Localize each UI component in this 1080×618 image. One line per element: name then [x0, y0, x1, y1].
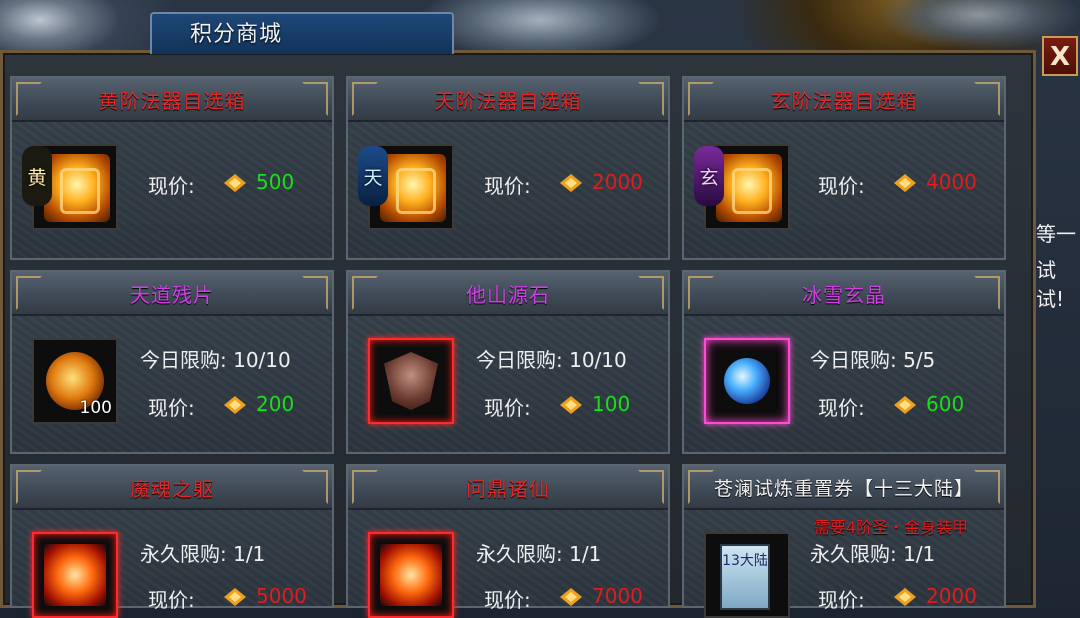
- price-label: 现价:: [818, 588, 865, 612]
- close-button[interactable]: X: [1042, 36, 1078, 76]
- card-header: 冰雪玄晶: [684, 272, 1004, 316]
- price-label: 现价:: [148, 588, 195, 612]
- coin-icon: [560, 396, 582, 414]
- coin-icon: [894, 396, 916, 414]
- card-header: 天道残片: [12, 272, 332, 316]
- card-header: 天阶法器自选箱: [348, 78, 668, 122]
- shop-card-5[interactable]: 他山源石 今日限购: 10/10 现价: 100: [346, 270, 670, 454]
- card-title: 玄阶法器自选箱: [770, 88, 918, 113]
- card-title: 他山源石: [466, 282, 550, 307]
- card-title: 天道残片: [130, 282, 214, 307]
- card-title: 问鼎诸仙: [466, 476, 550, 501]
- price-label: 现价:: [818, 396, 865, 420]
- window-title: 积分商城: [190, 22, 283, 47]
- coin-icon: [894, 588, 916, 606]
- card-header: 魔魂之躯: [12, 466, 332, 510]
- item-icon[interactable]: [32, 532, 118, 618]
- card-title: 天阶法器自选箱: [434, 88, 582, 113]
- shop-card-8[interactable]: 问鼎诸仙 永久限购: 1/1 现价: 7000: [346, 464, 670, 618]
- coin-icon: [894, 174, 916, 192]
- shop-card-9[interactable]: 苍澜试炼重置券【十三大陆】 需要4阶圣・金身装甲 13大陆 永久限购: 1/1 …: [682, 464, 1006, 618]
- grade-badge: 天: [358, 146, 388, 206]
- price-value: 100: [592, 392, 631, 416]
- price-label: 现价:: [484, 174, 531, 198]
- price-label: 现价:: [818, 174, 865, 198]
- treasure-chest-icon: [44, 154, 110, 222]
- card-header: 问鼎诸仙: [348, 466, 668, 510]
- card-header: 苍澜试炼重置券【十三大陆】: [684, 466, 1004, 510]
- price-value: 500: [256, 170, 295, 194]
- shop-card-3[interactable]: 玄阶法器自选箱 玄 现价: 4000: [682, 76, 1006, 260]
- coin-icon: [560, 588, 582, 606]
- shop-card-2[interactable]: 天阶法器自选箱 天 现价: 2000: [346, 76, 670, 260]
- card-header: 黄阶法器自选箱: [12, 78, 332, 122]
- item-icon[interactable]: [368, 532, 454, 618]
- price-value: 600: [926, 392, 965, 416]
- price-value: 2000: [592, 170, 643, 194]
- card-title: 黄阶法器自选箱: [98, 88, 246, 113]
- card-header: 他山源石: [348, 272, 668, 316]
- price-label: 现价:: [148, 174, 195, 198]
- ice-crystal-icon: [724, 358, 770, 404]
- coin-icon: [224, 588, 246, 606]
- purchase-limit: 永久限购: 1/1: [810, 542, 936, 566]
- card-title: 魔魂之躯: [130, 476, 214, 501]
- price-value: 2000: [926, 584, 977, 608]
- card-header: 玄阶法器自选箱: [684, 78, 1004, 122]
- price-value: 4000: [926, 170, 977, 194]
- purchase-limit: 今日限购: 10/10: [476, 348, 627, 372]
- price-label: 现价:: [484, 588, 531, 612]
- item-icon[interactable]: [368, 338, 454, 424]
- price-value: 5000: [256, 584, 307, 608]
- coin-icon: [560, 174, 582, 192]
- reset-ticket-icon: 13大陆: [720, 544, 770, 610]
- immortal-icon: [380, 544, 442, 606]
- demon-soul-icon: [44, 544, 106, 606]
- background-text-line1: 等一: [1036, 222, 1076, 246]
- shop-card-7[interactable]: 魔魂之躯 永久限购: 1/1 现价: 5000: [10, 464, 334, 618]
- price-label: 现价:: [148, 396, 195, 420]
- purchase-limit: 永久限购: 1/1: [476, 542, 602, 566]
- treasure-chest-icon: [380, 154, 446, 222]
- price-value: 200: [256, 392, 295, 416]
- requirement-text: 需要4阶圣・金身装甲: [814, 518, 969, 537]
- purchase-limit: 永久限购: 1/1: [140, 542, 266, 566]
- grade-badge: 玄: [694, 146, 724, 206]
- item-icon[interactable]: 13大陆: [704, 532, 790, 618]
- purchase-limit: 今日限购: 10/10: [140, 348, 291, 372]
- coin-icon: [224, 396, 246, 414]
- shop-card-1[interactable]: 黄阶法器自选箱 黄 现价: 500: [10, 76, 334, 260]
- card-title: 冰雪玄晶: [802, 282, 886, 307]
- treasure-chest-icon: [716, 154, 782, 222]
- item-icon[interactable]: [704, 338, 790, 424]
- card-title: 苍澜试炼重置券【十三大陆】: [713, 477, 974, 500]
- price-value: 7000: [592, 584, 643, 608]
- shop-card-4[interactable]: 天道残片 100 今日限购: 10/10 现价: 200: [10, 270, 334, 454]
- item-icon[interactable]: 100: [32, 338, 118, 424]
- shop-card-6[interactable]: 冰雪玄晶 今日限购: 5/5 现价: 600: [682, 270, 1006, 454]
- item-quantity: 100: [79, 398, 112, 418]
- grade-badge: 黄: [22, 146, 52, 206]
- background-text-line2: 试试!: [1036, 258, 1065, 311]
- source-stone-icon: [384, 352, 438, 410]
- coin-icon: [224, 174, 246, 192]
- price-label: 现价:: [484, 396, 531, 420]
- purchase-limit: 今日限购: 5/5: [810, 348, 936, 372]
